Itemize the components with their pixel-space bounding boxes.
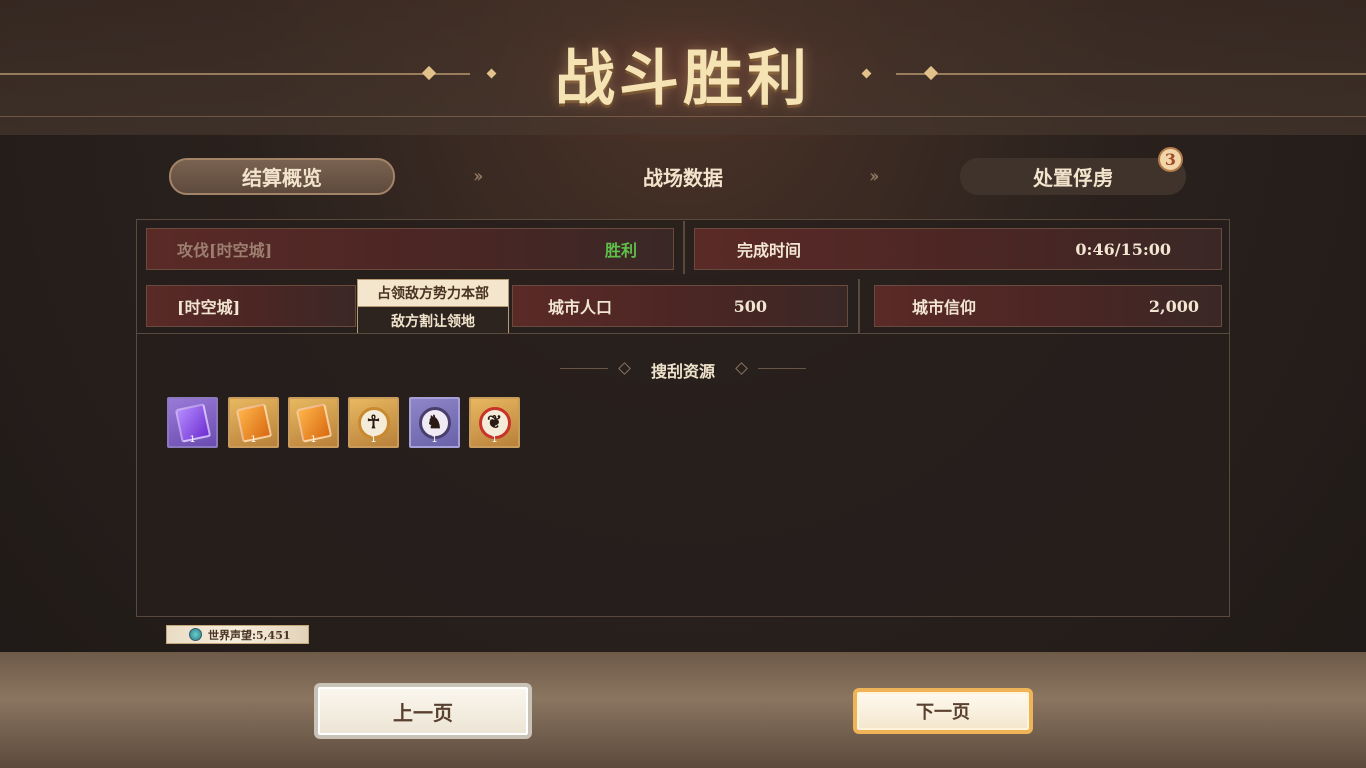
title-divider-right [896, 73, 1366, 75]
tab-summary-overview[interactable]: 结算概览 [169, 158, 395, 195]
city-name: [时空城] [177, 298, 241, 317]
item-count: 1 [370, 435, 377, 445]
globe-icon [189, 628, 202, 641]
chevron-right-icon: ›› [473, 166, 484, 187]
world-fame-text: 世界声望:5,451 [208, 628, 291, 642]
completion-time-row: 完成时间 0:46/15:00 [694, 228, 1222, 270]
row-divider [137, 333, 1229, 334]
loot-item[interactable]: ☥ 1 [348, 397, 399, 448]
battle-result-row: 攻伐[时空城] 胜利 [146, 228, 674, 270]
loot-item[interactable]: 1 [167, 397, 218, 448]
dark-emblem-icon: ♞ [418, 406, 451, 439]
faith-value: 2,000 [1148, 296, 1199, 316]
battle-name: 攻伐[时空城] [177, 241, 273, 260]
item-count: 1 [250, 435, 257, 445]
city-name-row: [时空城] [146, 285, 356, 327]
item-count: 1 [189, 435, 196, 445]
red-emblem-icon: ❦ [478, 406, 511, 439]
notification-badge: 3 [1158, 147, 1183, 172]
battle-result: 胜利 [604, 241, 637, 260]
column-divider [858, 279, 860, 333]
item-count: 1 [431, 435, 438, 445]
loot-item[interactable]: ♞ 1 [409, 397, 460, 448]
loot-item[interactable]: 1 [288, 397, 339, 448]
completion-time-value: 0:46/15:00 [1075, 239, 1171, 259]
population-label: 城市人口 [548, 298, 613, 317]
loot-item[interactable]: ❦ 1 [469, 397, 520, 448]
title-divider-left [0, 73, 470, 75]
tab-battle-data[interactable]: 战场数据 [570, 158, 796, 195]
item-count: 1 [491, 435, 498, 445]
next-page-button[interactable]: 下一页 [853, 688, 1033, 734]
chevron-right-icon: ›› [869, 166, 880, 187]
occupation-choice-dropdown[interactable]: 占领敌方势力本部 敌方割让领地 [357, 279, 509, 334]
world-fame-badge: 世界声望:5,451 [166, 625, 309, 644]
dropdown-option[interactable]: 敌方割让领地 [358, 307, 508, 334]
tab-handle-prisoners[interactable]: 处置俘虏 [960, 158, 1186, 195]
dropdown-option-selected[interactable]: 占领敌方势力本部 [358, 280, 508, 307]
page-title: 战斗胜利 [555, 44, 811, 114]
item-count: 1 [310, 435, 317, 445]
ornament-line [758, 368, 806, 369]
faith-label: 城市信仰 [912, 298, 977, 317]
city-faith-row: 城市信仰 2,000 [874, 285, 1222, 327]
column-divider [683, 221, 685, 274]
previous-page-button[interactable]: 上一页 [314, 683, 532, 739]
city-population-row: 城市人口 500 [512, 285, 848, 327]
completion-time-label: 完成时间 [737, 241, 802, 260]
loot-item[interactable]: 1 [228, 397, 279, 448]
gold-emblem-icon: ☥ [357, 406, 390, 439]
population-value: 500 [733, 296, 767, 316]
footer-background [0, 652, 1366, 768]
